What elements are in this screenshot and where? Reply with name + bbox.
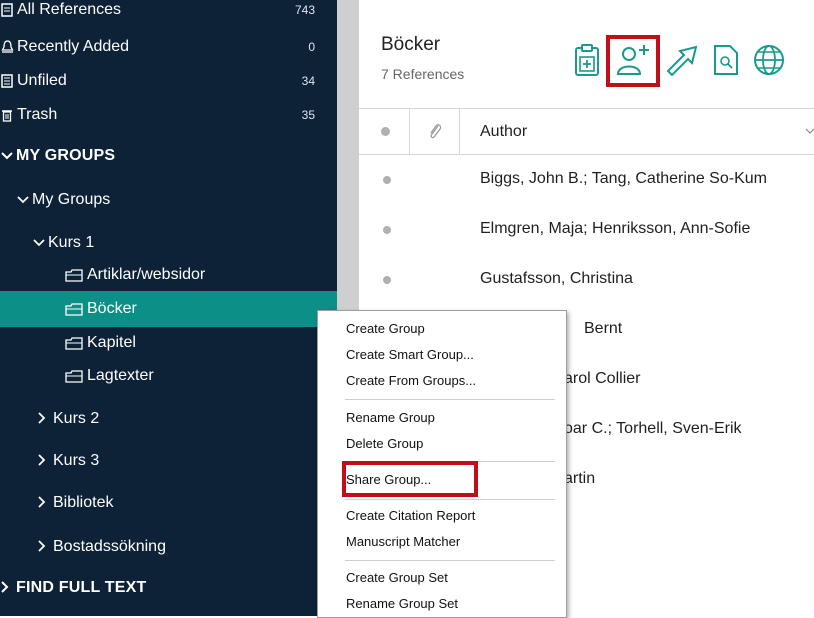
table-row[interactable]: Elmgren, Maja; Henriksson, Ann-Sofie	[359, 205, 814, 255]
sidebar-item-unfiled[interactable]: Unfiled 34	[0, 63, 337, 99]
table-row[interactable]: Biggs, John B.; Tang, Catherine So-Kum	[359, 155, 814, 205]
sidebar-item-label: Unfiled	[17, 72, 67, 89]
author-cell: Biggs, John B.; Tang, Catherine So-Kum	[480, 170, 767, 187]
sidebar-item-kapitel[interactable]: Kapitel 0	[0, 325, 337, 361]
sidebar-item-bostadssokning[interactable]: Bostadssökning 658	[0, 529, 337, 565]
chevron-down-icon	[16, 192, 32, 208]
find-in-pdf-icon[interactable]	[708, 40, 744, 80]
author-cell: Gustafsson, Christina	[480, 270, 633, 287]
menu-item-create-citation-report[interactable]: Create Citation Report	[346, 508, 475, 523]
table-row[interactable]: Gustafsson, Christina	[359, 255, 814, 305]
author-cell: Elmgren, Maja; Henriksson, Ann-Sofie	[480, 220, 751, 237]
chevron-right-icon	[37, 411, 53, 428]
attachment-column-icon[interactable]	[427, 121, 443, 146]
sidebar-item-label: Böcker	[87, 300, 137, 317]
sidebar-item-count: 35	[301, 108, 315, 122]
document-icon	[0, 73, 14, 89]
sidebar-item-bocker[interactable]: Böcker 7	[0, 291, 337, 327]
menu-item-rename-group[interactable]: Rename Group	[346, 410, 435, 425]
sidebar-item-lagtexter[interactable]: Lagtexter 0	[0, 358, 337, 394]
sidebar-item-count: 34	[301, 74, 315, 88]
author-cell: arol Collier	[564, 370, 641, 387]
sidebar-item-bibliotek[interactable]: Bibliotek	[0, 485, 337, 521]
sidebar-item-label: Kurs 3	[53, 452, 100, 469]
sidebar-item-count: 743	[294, 3, 315, 17]
reference-list-header: Author	[359, 108, 814, 155]
folder-icon	[64, 267, 84, 283]
author-cell: oar C.; Torhell, Sven-Erik	[564, 420, 742, 437]
sidebar-item-label: Trash	[17, 106, 58, 123]
read-status-column-icon[interactable]	[381, 127, 390, 136]
sidebar-item-kurs-1[interactable]: Kurs 1	[0, 225, 337, 261]
library-icon	[0, 2, 14, 18]
sidebar-item-label: All References	[17, 1, 122, 18]
sidebar-item-label: Bostadssökning	[53, 538, 166, 555]
menu-item-create-smart-group[interactable]: Create Smart Group...	[346, 347, 474, 362]
sidebar-item-label: My Groups	[32, 191, 111, 208]
chevron-right-icon	[37, 495, 53, 512]
sidebar-item-my-groups[interactable]: My Groups	[0, 182, 337, 218]
menu-item-create-group-set[interactable]: Create Group Set	[346, 570, 448, 585]
menu-separator	[345, 560, 555, 561]
group-title: Böcker	[381, 34, 441, 55]
sidebar-item-kurs-3[interactable]: Kurs 3 28	[0, 443, 337, 479]
section-label: FIND FULL TEXT	[16, 579, 147, 596]
group-context-menu: Create Group Create Smart Group... Creat…	[317, 310, 567, 618]
chevron-down-icon	[0, 148, 16, 164]
folder-icon	[64, 301, 84, 317]
sidebar-item-all-references[interactable]: All References 743	[0, 0, 337, 28]
sidebar-item-label: Kurs 1	[48, 234, 95, 251]
sidebar-item-label: Lagtexter	[87, 367, 154, 384]
column-divider[interactable]	[459, 109, 460, 154]
sidebar-item-label: Kapitel	[87, 334, 136, 351]
menu-item-rename-group-set[interactable]: Rename Group Set	[346, 596, 458, 611]
menu-item-delete-group[interactable]: Delete Group	[346, 436, 423, 451]
chevron-right-icon	[0, 580, 16, 597]
menu-item-create-from-groups[interactable]: Create From Groups...	[346, 373, 476, 388]
read-status-dot	[383, 176, 391, 184]
sidebar-section-my-groups[interactable]: MY GROUPS	[0, 138, 337, 174]
share-group-highlight	[342, 461, 478, 497]
sidebar-item-label: Artiklar/websidor	[87, 266, 206, 283]
menu-separator	[345, 399, 555, 400]
sidebar-section-find-full-text[interactable]: FIND FULL TEXT	[0, 570, 337, 606]
trash-icon	[0, 107, 14, 123]
sidebar-item-count: 0	[308, 40, 315, 54]
folder-icon	[64, 335, 84, 351]
read-status-dot	[383, 226, 391, 234]
chevron-down-icon	[32, 235, 48, 251]
column-divider[interactable]	[409, 109, 410, 154]
open-arrow-icon[interactable]	[664, 40, 700, 80]
chevron-right-icon	[37, 453, 53, 470]
reference-count: 7 References	[381, 66, 465, 82]
sidebar-item-label: Bibliotek	[53, 494, 114, 511]
read-status-dot	[383, 276, 391, 284]
menu-item-manuscript-matcher[interactable]: Manuscript Matcher	[346, 534, 460, 549]
sidebar: All References 743 Recently Added 0 Unfi…	[0, 0, 337, 616]
chevron-right-icon	[37, 539, 53, 556]
folder-icon	[64, 368, 84, 384]
sidebar-item-kurs-2[interactable]: Kurs 2 3	[0, 401, 337, 437]
menu-separator	[345, 499, 555, 500]
sidebar-item-trash[interactable]: Trash 35	[0, 97, 337, 133]
share-button-highlight	[606, 35, 660, 87]
sidebar-item-label: Kurs 2	[53, 410, 100, 427]
sort-chevron-icon[interactable]	[805, 123, 814, 141]
sidebar-item-recently-added[interactable]: Recently Added 0	[0, 29, 337, 65]
menu-item-create-group[interactable]: Create Group	[346, 321, 425, 336]
section-label: MY GROUPS	[16, 147, 116, 164]
author-cell: Bernt	[584, 320, 623, 337]
author-cell: artin	[564, 470, 596, 487]
author-column-header[interactable]: Author	[480, 123, 527, 141]
clipboard-add-icon[interactable]	[569, 40, 605, 80]
globe-icon[interactable]	[751, 40, 787, 80]
bell-icon	[0, 39, 14, 55]
sidebar-item-label: Recently Added	[17, 38, 130, 55]
sidebar-item-artiklar-websidor[interactable]: Artiklar/websidor 13	[0, 257, 337, 293]
